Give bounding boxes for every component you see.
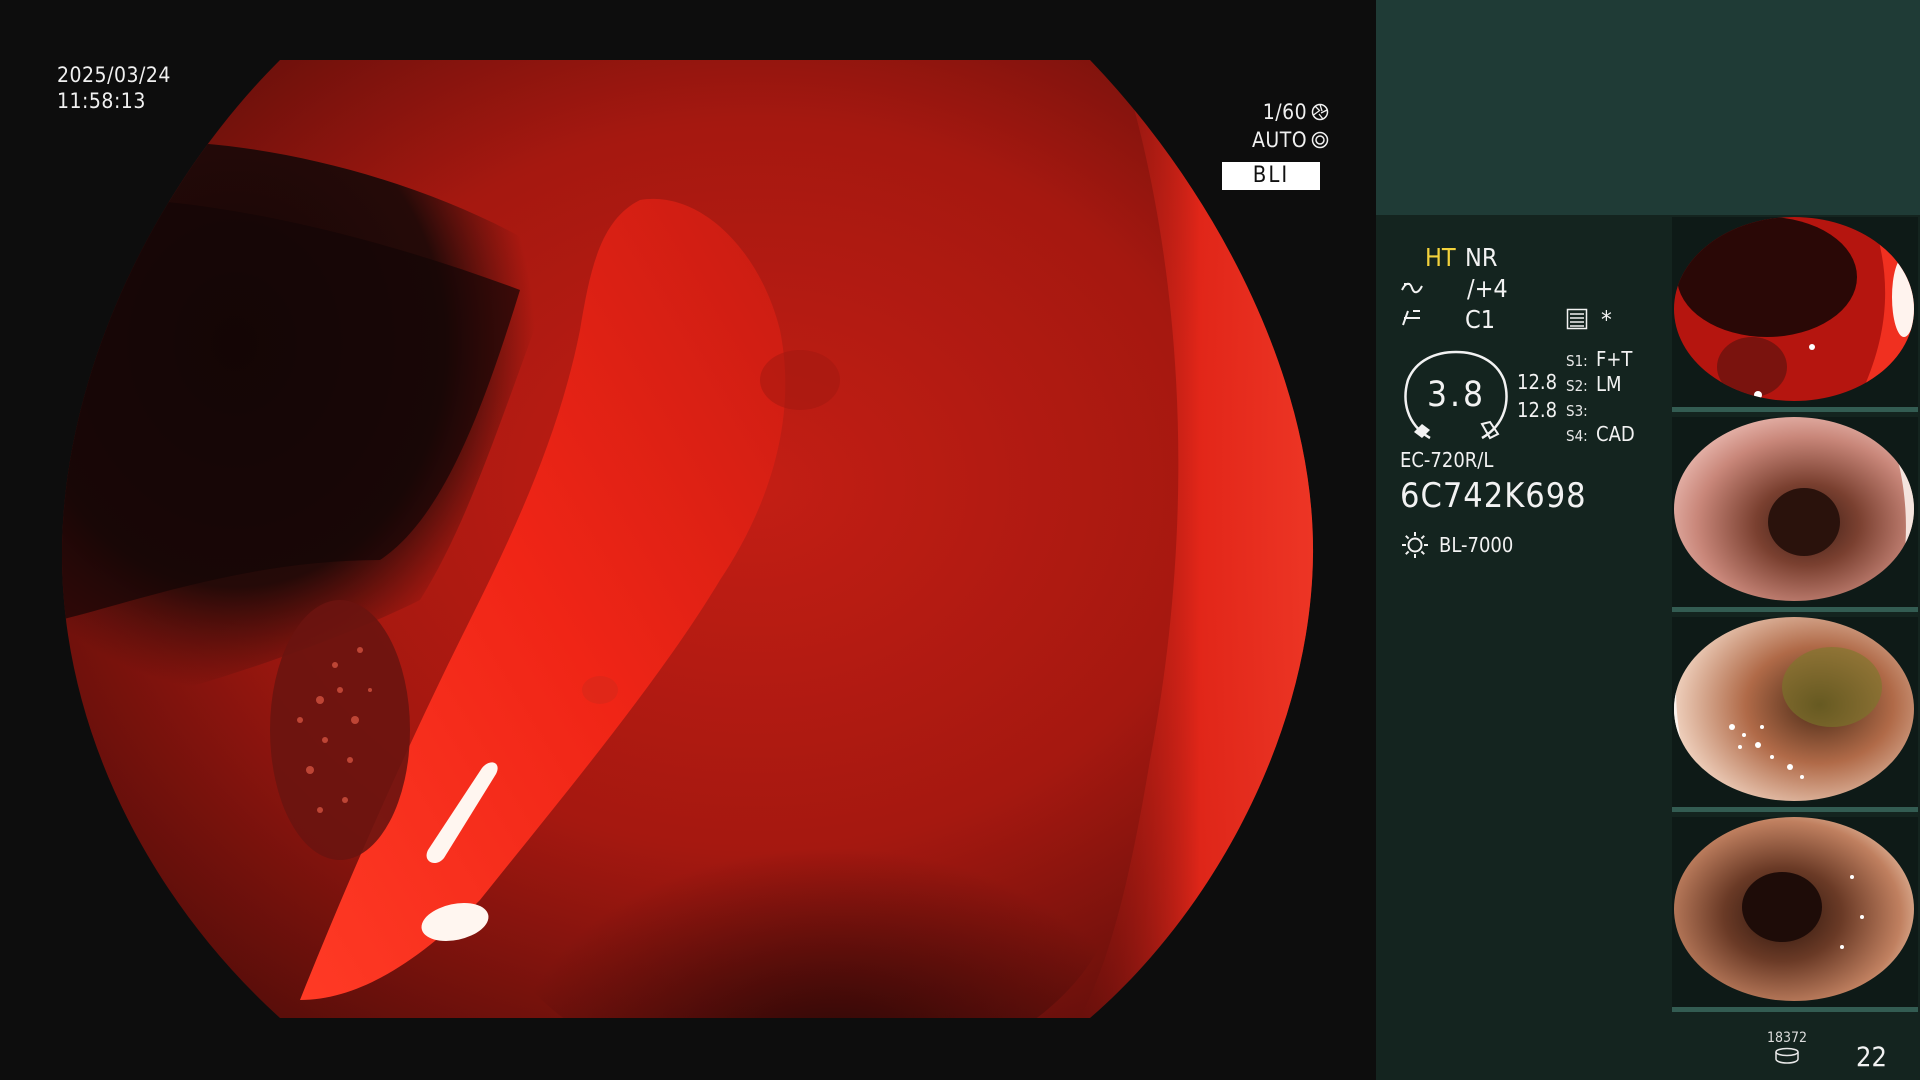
- light-source-model: BL-7000: [1439, 533, 1514, 557]
- time-text: 11:58:13: [57, 89, 146, 113]
- thumbnail-image: [1672, 217, 1918, 412]
- switch-1-value: F+T: [1596, 347, 1633, 371]
- thumbnail-1[interactable]: [1672, 217, 1918, 412]
- thumbnail-image: [1672, 417, 1918, 612]
- thumbnail-4[interactable]: [1672, 817, 1918, 1012]
- shutter-row: 1/60: [1252, 98, 1329, 126]
- shutter-speed: 1/60: [1262, 100, 1308, 124]
- magnification-value-1: 12.8: [1517, 370, 1558, 394]
- aperture-icon: [1311, 103, 1329, 121]
- endoscope-view: 2025/03/24 11:58:13 1/60 AUTO BLI: [0, 0, 1375, 1080]
- color-curve-icon: [1402, 310, 1420, 326]
- enhancement-curve-icon: [1401, 282, 1423, 294]
- enhancement-level: /+4: [1467, 274, 1508, 303]
- switch-2-label: S2:: [1566, 377, 1588, 395]
- exposure-mode: AUTO: [1252, 128, 1308, 152]
- storage-stack-icon: [1775, 1047, 1799, 1064]
- switch-3-label: S3:: [1566, 402, 1588, 420]
- switch-1-label: S1:: [1566, 352, 1588, 370]
- thumbnail-3[interactable]: [1672, 617, 1918, 812]
- noise-reduction-label: NR: [1465, 243, 1498, 272]
- settings-list-icon: [1566, 308, 1588, 330]
- info-panel: [1376, 215, 1670, 1080]
- zoom-value: 3.8: [1427, 375, 1487, 415]
- structure-enhancement-label: HT: [1425, 243, 1456, 272]
- exposure-info: 1/60 AUTO: [1252, 98, 1329, 154]
- iris-icon: [1311, 131, 1329, 149]
- switch-4-value: CAD: [1596, 422, 1635, 446]
- thumbnail-2[interactable]: [1672, 417, 1918, 612]
- switch-4-label: S4:: [1566, 427, 1588, 445]
- scope-serial: 6C742K698: [1400, 476, 1587, 516]
- switch-2-value: LM: [1596, 372, 1622, 396]
- thumbnail-image: [1672, 617, 1918, 812]
- thumbnail-image: [1672, 817, 1918, 1012]
- star-marker: *: [1601, 306, 1612, 334]
- color-mode: C1: [1465, 305, 1496, 334]
- mode-badge: BLI: [1222, 162, 1320, 190]
- exposure-row: AUTO: [1252, 126, 1329, 154]
- date-text: 2025/03/24: [57, 63, 171, 87]
- endoscope-image: [62, 60, 1314, 1018]
- scope-model: EC-720R/L: [1400, 448, 1494, 472]
- top-blank-panel: [1376, 0, 1920, 215]
- datetime-stamp: 2025/03/24 11:58:13: [57, 62, 171, 114]
- magnification-value-2: 12.8: [1517, 398, 1558, 422]
- light-source-icon: [1402, 532, 1428, 558]
- image-count: 18372: [1767, 1030, 1808, 1046]
- frame-number: 22: [1856, 1042, 1887, 1073]
